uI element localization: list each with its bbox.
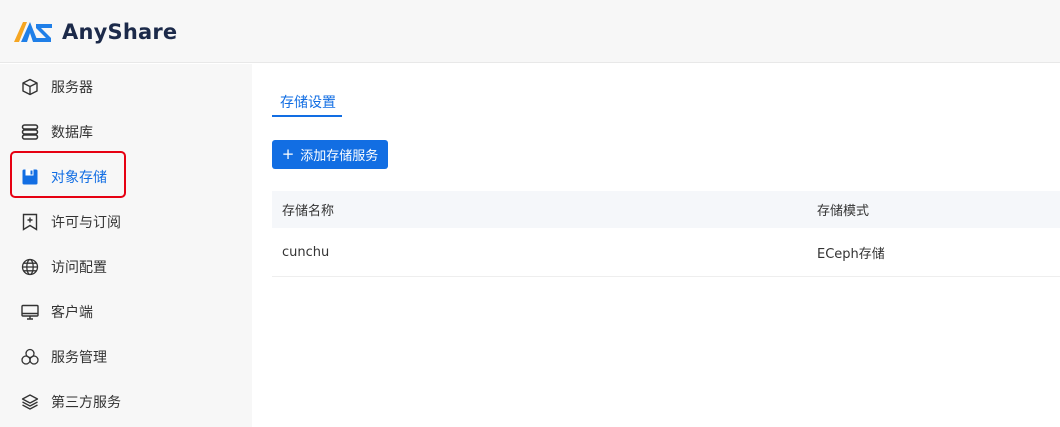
tab-active-indicator [272, 115, 342, 117]
storage-name-cell: cunchu [282, 244, 330, 260]
app-name: AnyShare [62, 20, 178, 44]
floppy-disk-icon [20, 167, 40, 187]
sidebar-item-label: 许可与订阅 [51, 214, 121, 231]
sidebar-item-third-party[interactable]: 第三方服务 [0, 379, 252, 424]
bookmark-plus-icon [20, 212, 40, 232]
sidebar-item-label: 数据库 [51, 124, 93, 141]
plus-icon: + [281, 145, 295, 163]
storage-mode-cell: ECeph存储 [817, 246, 885, 262]
table-header: 存储名称 存储模式 [272, 191, 1060, 228]
sidebar-item-access-config[interactable]: 访问配置 [0, 244, 252, 289]
sidebar-item-label: 客户端 [51, 304, 93, 321]
column-header-storage-name: 存储名称 [282, 204, 335, 219]
globe-icon [20, 257, 40, 277]
sidebar-item-client[interactable]: 客户端 [0, 289, 252, 334]
sidebar-item-database[interactable]: 数据库 [0, 109, 252, 154]
sidebar-item-label: 对象存储 [51, 169, 107, 186]
anyshare-logo[interactable]: AnyShare [14, 17, 177, 47]
database-icon [20, 122, 40, 142]
sidebar-item-service-management[interactable]: 服务管理 [0, 334, 252, 379]
top-bar: AnyShare [0, 0, 1060, 63]
cluster-icon [20, 347, 40, 367]
layers-icon [20, 392, 40, 412]
sidebar-item-label: 第三方服务 [51, 394, 121, 411]
table-row[interactable]: cunchu ECeph存储 [272, 228, 1060, 277]
sidebar-item-object-storage[interactable]: 对象存储 [0, 154, 252, 199]
sidebar-item-label: 访问配置 [51, 259, 107, 276]
column-header-storage-mode: 存储模式 [817, 204, 870, 219]
storage-table: 存储名称 存储模式 cunchu ECeph存储 [272, 191, 1060, 277]
add-storage-service-button[interactable]: + 添加存储服务 [272, 140, 388, 169]
monitor-icon [20, 302, 40, 322]
sidebar-item-server[interactable]: 服务器 [0, 64, 252, 109]
main-content: 存储设置 + 添加存储服务 存储名称 存储模式 cunchu ECeph存储 [252, 64, 1060, 427]
sidebar-item-label: 服务管理 [51, 349, 107, 366]
sidebar: 服务器 数据库 对象存储 许可与订阅 访问配置 客户端 服务管理 第三方服务 [0, 64, 252, 427]
sidebar-item-label: 服务器 [51, 79, 93, 96]
add-storage-service-label: 添加存储服务 [300, 149, 379, 164]
sidebar-item-license[interactable]: 许可与订阅 [0, 199, 252, 244]
cube-icon [20, 77, 40, 97]
anyshare-logo-icon [14, 22, 52, 42]
